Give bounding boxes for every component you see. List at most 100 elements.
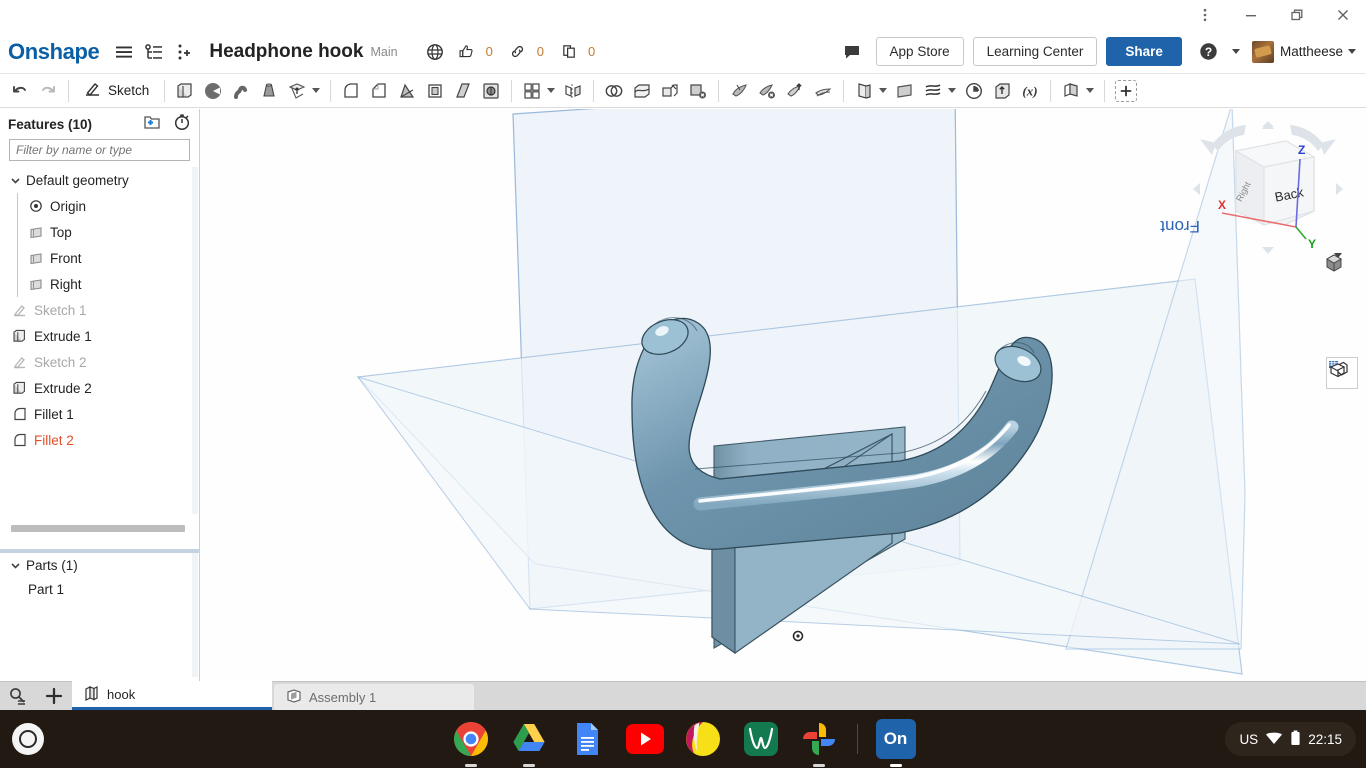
links-counter[interactable]: 0 (503, 37, 544, 67)
parts-scrollbar[interactable] (192, 553, 198, 677)
feature-row-fillet-2[interactable]: Fillet 2 (0, 427, 199, 453)
plane-icon[interactable] (891, 77, 919, 105)
chevron-down-icon-5[interactable] (1086, 88, 1095, 93)
feature-row-origin[interactable]: Origin (0, 193, 199, 219)
minimize-button[interactable] (1228, 0, 1274, 30)
user-chevron-down-icon[interactable] (1348, 49, 1356, 54)
chevron-down-icon-4[interactable] (948, 88, 957, 93)
add-tab-icon[interactable] (36, 681, 72, 710)
extrude-icon[interactable] (171, 77, 199, 105)
offset-surface-icon[interactable] (809, 77, 837, 105)
chamfer-icon[interactable] (365, 77, 393, 105)
loft-icon[interactable] (255, 77, 283, 105)
avatar[interactable] (1251, 40, 1274, 63)
google-docs-icon[interactable] (567, 719, 607, 759)
sketch-history-icon[interactable] (960, 77, 988, 105)
surface-fill-icon[interactable] (850, 77, 878, 105)
fillet-icon[interactable] (337, 77, 365, 105)
new-folder-icon[interactable] (143, 114, 161, 135)
desmos-icon[interactable] (741, 719, 781, 759)
redo-icon[interactable] (34, 77, 62, 105)
tab-search-icon[interactable] (0, 681, 36, 710)
branch-add-icon[interactable] (169, 37, 199, 67)
restore-button[interactable] (1274, 0, 1320, 30)
system-status-tray[interactable]: US 22:15 (1225, 722, 1356, 756)
appearance-panel-icon[interactable] (1326, 357, 1358, 389)
split-icon[interactable] (725, 77, 753, 105)
tab-assembly-1[interactable]: Assembly 1 (274, 684, 474, 710)
rollback-bar[interactable] (11, 525, 185, 532)
copies-counter[interactable]: 0 (554, 37, 595, 67)
shell-icon[interactable] (421, 77, 449, 105)
sweep-icon[interactable] (227, 77, 255, 105)
rib-icon[interactable] (449, 77, 477, 105)
draft-icon[interactable] (393, 77, 421, 105)
learning-center-button[interactable]: Learning Center (972, 37, 1098, 66)
feature-row-extrude-2[interactable]: Extrude 2 (0, 375, 199, 401)
feature-row-default-geometry[interactable]: Default geometry (0, 167, 199, 193)
color-app-icon[interactable] (683, 719, 723, 759)
move-face-icon[interactable] (781, 77, 809, 105)
google-drive-icon[interactable] (509, 719, 549, 767)
parts-header[interactable]: Parts (1) (0, 553, 199, 577)
feature-row-extrude-1[interactable]: Extrude 1 (0, 323, 199, 349)
chevron-down-icon-2[interactable] (547, 88, 556, 93)
feature-row-fillet-1[interactable]: Fillet 1 (0, 401, 199, 427)
view-cube[interactable]: Back Right X Y Z (1188, 115, 1348, 265)
revolve-icon[interactable] (199, 77, 227, 105)
feature-row-right[interactable]: Right (0, 271, 199, 297)
document-branch[interactable]: Main (370, 45, 397, 59)
sketch-button[interactable]: Sketch (75, 78, 158, 104)
document-title[interactable]: Headphone hook (209, 41, 363, 63)
curve-icon[interactable] (919, 77, 947, 105)
list-item[interactable]: Part 1 (0, 577, 199, 601)
share-button[interactable]: Share (1106, 37, 1182, 66)
mirror-icon[interactable] (559, 77, 587, 105)
undo-icon[interactable] (6, 77, 34, 105)
feature-row-sketch-2[interactable]: Sketch 2 (0, 349, 199, 375)
feature-row-top[interactable]: Top (0, 219, 199, 245)
enclose-icon[interactable] (628, 77, 656, 105)
onshape-icon[interactable]: On (875, 719, 916, 767)
tab-hook[interactable]: hook (72, 681, 272, 710)
app-store-button[interactable]: App Store (875, 37, 964, 66)
hole-icon[interactable] (477, 77, 505, 105)
import-derived-icon[interactable] (988, 77, 1016, 105)
clock[interactable]: 22:15 (1308, 732, 1342, 747)
feature-tree-scrollbar[interactable] (192, 167, 198, 514)
transform-icon[interactable] (656, 77, 684, 105)
likes-counter[interactable]: 0 (452, 37, 493, 67)
chevron-down-icon-3[interactable] (879, 88, 888, 93)
feature-row-front[interactable]: Front (0, 245, 199, 271)
feature-row-sketch-1[interactable]: Sketch 1 (0, 297, 199, 323)
search-input[interactable] (16, 143, 183, 157)
add-custom-feature-icon[interactable] (1115, 79, 1138, 102)
battery-icon[interactable] (1290, 730, 1301, 749)
composite-part-icon[interactable] (1057, 77, 1085, 105)
chevron-down-icon[interactable] (312, 88, 321, 93)
help-icon[interactable]: ? (1194, 37, 1224, 67)
onshape-logo[interactable]: Onshape (8, 39, 100, 65)
chrome-icon[interactable] (451, 719, 491, 767)
youtube-icon[interactable] (625, 719, 665, 759)
wifi-icon[interactable] (1265, 731, 1283, 748)
globe-icon[interactable] (420, 37, 450, 67)
chevron-down-icon[interactable] (8, 560, 22, 571)
google-photos-icon[interactable] (799, 719, 839, 767)
kebab-menu-icon[interactable] (1182, 0, 1228, 30)
linear-pattern-icon[interactable] (518, 77, 546, 105)
variable-icon[interactable]: (x) (1016, 77, 1044, 105)
comment-icon[interactable] (837, 37, 867, 67)
thicken-icon[interactable] (283, 77, 311, 105)
help-menu[interactable]: ? (1194, 37, 1240, 67)
graphics-viewport[interactable]: Front Back Right X Y Z (200, 109, 1366, 681)
delete-face-icon[interactable] (753, 77, 781, 105)
feature-filter[interactable] (9, 139, 190, 161)
keyboard-layout[interactable]: US (1239, 732, 1258, 747)
rollback-timer-icon[interactable] (173, 113, 191, 136)
version-graph-icon[interactable] (139, 37, 169, 67)
delete-part-icon[interactable] (684, 77, 712, 105)
boolean-icon[interactable] (600, 77, 628, 105)
hamburger-menu-icon[interactable] (109, 37, 139, 67)
chevron-down-icon[interactable] (8, 175, 22, 186)
